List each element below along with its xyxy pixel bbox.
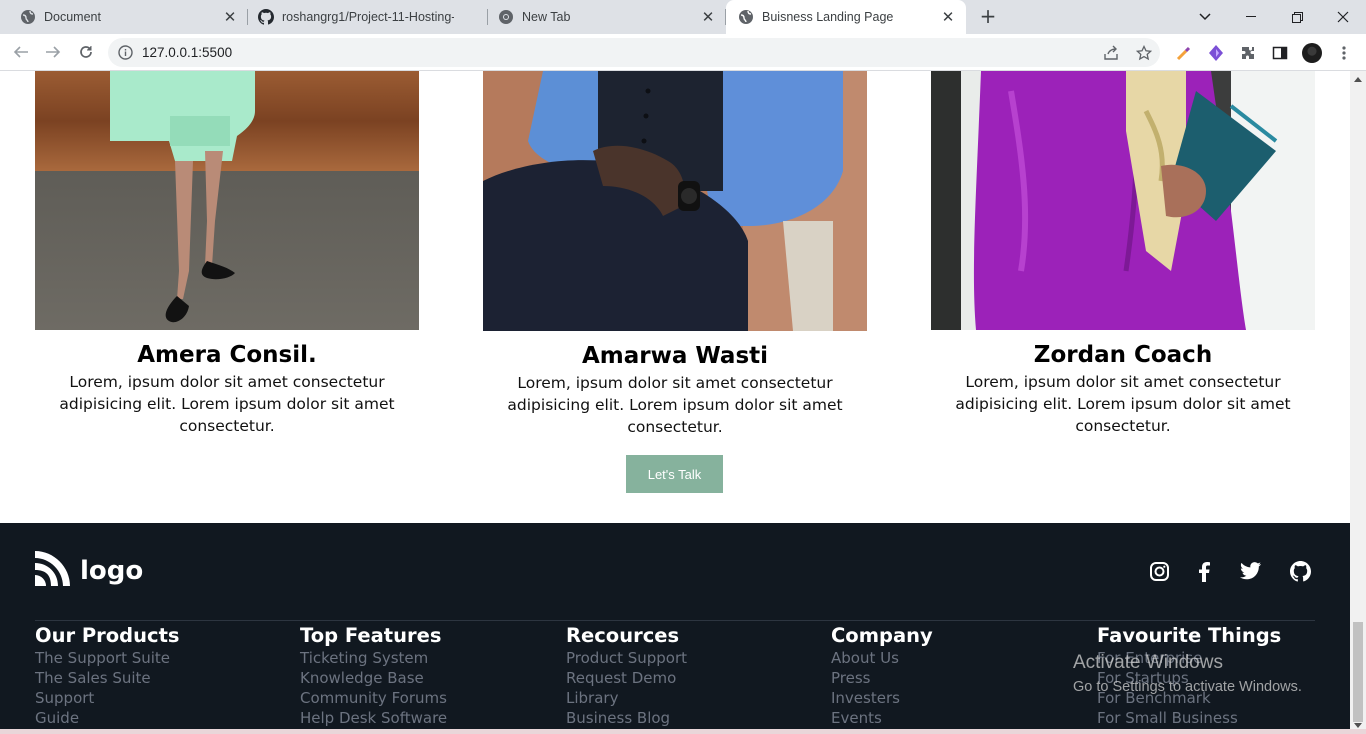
github-icon[interactable]: [1289, 560, 1311, 582]
facebook-icon[interactable]: [1193, 560, 1215, 582]
address-bar[interactable]: 127.0.0.1:5500: [108, 38, 1160, 67]
team-member-photo: [483, 71, 867, 331]
chrome-menu-icon[interactable]: [1334, 43, 1354, 63]
footer-column-company: Company About Us Press Investers Events: [831, 624, 933, 728]
footer-link[interactable]: Library: [566, 688, 687, 708]
footer-link[interactable]: Guide: [35, 708, 180, 728]
footer-column-recources: Recources Product Support Request Demo L…: [566, 624, 687, 728]
footer-column-title: Recources: [566, 624, 680, 647]
profile-avatar[interactable]: [1302, 43, 1322, 63]
team-member-photo: [931, 71, 1315, 330]
minimize-button[interactable]: [1228, 0, 1274, 34]
logo-text: logo: [80, 555, 144, 586]
close-tab-icon[interactable]: ✕: [222, 8, 238, 26]
team-member-description: Lorem, ipsum dolor sit amet consectetur …: [507, 374, 843, 436]
team-card: Amera Consil. Lorem, ipsum dolor sit ame…: [35, 71, 419, 437]
footer-column-top-features: Top Features Ticketing System Knowledge …: [300, 624, 447, 728]
footer-column-our-products: Our Products The Support Suite The Sales…: [35, 624, 180, 728]
footer-link[interactable]: Investers: [831, 688, 933, 708]
footer-column-title: Company: [831, 624, 933, 647]
rss-logo-icon: [35, 551, 70, 590]
footer-link[interactable]: Knowledge Base: [300, 668, 447, 688]
browser-tab-strip: Document ✕ roshangrg1/Project-11-Hosting…: [0, 0, 1366, 34]
instagram-icon[interactable]: [1148, 560, 1170, 582]
url-text: 127.0.0.1:5500: [142, 45, 233, 60]
twitter-icon[interactable]: [1239, 560, 1261, 582]
watermark-title: Activate Windows: [1073, 652, 1223, 673]
team-card: Zordan Coach Lorem, ipsum dolor sit amet…: [931, 71, 1315, 437]
site-info-icon[interactable]: [118, 45, 133, 60]
team-member-name: Zordan Coach: [1033, 342, 1213, 368]
chrome-icon: [498, 9, 514, 25]
footer-divider: [35, 620, 1315, 621]
footer-logo[interactable]: logo: [35, 551, 143, 590]
footer-link[interactable]: Product Support: [566, 648, 687, 668]
tab-document[interactable]: Document ✕: [0, 0, 248, 34]
tab-title: Document: [44, 10, 101, 24]
footer-link[interactable]: Community Forums: [300, 688, 447, 708]
side-panel-icon[interactable]: [1270, 43, 1290, 63]
github-icon: [258, 9, 274, 25]
team-member-description: Lorem, ipsum dolor sit amet consectetur …: [955, 373, 1291, 435]
scroll-down-arrow-icon[interactable]: [1354, 723, 1362, 728]
footer-link[interactable]: Help Desk Software: [300, 708, 447, 728]
tab-title: Buisness Landing Page: [762, 10, 894, 24]
purple-extension-icon[interactable]: [1206, 43, 1226, 63]
tab-business-landing-page[interactable]: Buisness Landing Page ✕: [726, 0, 966, 34]
close-tab-icon[interactable]: ✕: [940, 8, 956, 26]
footer-link[interactable]: Business Blog: [566, 708, 687, 728]
page-scrollbar[interactable]: [1350, 71, 1366, 734]
watermark-subtitle: Go to Settings to activate Windows.: [1073, 679, 1302, 695]
footer-link[interactable]: Ticketing System: [300, 648, 447, 668]
browser-toolbar: 127.0.0.1:5500: [0, 34, 1366, 71]
globe-icon: [738, 9, 754, 25]
footer-link[interactable]: The Support Suite: [35, 648, 180, 668]
restore-button[interactable]: [1274, 0, 1320, 34]
team-member-description: Lorem, ipsum dolor sit amet consectetur …: [59, 373, 395, 435]
page-viewport: Amera Consil. Lorem, ipsum dolor sit ame…: [0, 71, 1350, 734]
tab-title: roshangrg1/Project-11-Hosting-L: [282, 10, 454, 24]
color-picker-extension-icon[interactable]: [1174, 43, 1194, 63]
share-icon[interactable]: [1103, 45, 1119, 61]
footer-link[interactable]: Request Demo: [566, 668, 687, 688]
footer-link[interactable]: For Small Business: [1097, 708, 1281, 728]
lets-talk-button[interactable]: Let's Talk: [626, 455, 723, 493]
team-member-name: Amarwa Wasti: [581, 343, 769, 369]
globe-icon: [20, 9, 36, 25]
footer-link[interactable]: Support: [35, 688, 180, 708]
scroll-up-arrow-icon[interactable]: [1354, 77, 1362, 82]
team-member-name: Amera Consil.: [137, 342, 317, 368]
forward-arrow-icon[interactable]: [41, 40, 65, 64]
team-card: Amarwa Wasti Lorem, ipsum dolor sit amet…: [483, 71, 867, 438]
taskbar-edge: [0, 729, 1366, 734]
scrollbar-thumb[interactable]: [1353, 622, 1363, 722]
new-tab-button[interactable]: +: [976, 4, 1000, 28]
footer-column-title: Our Products: [35, 624, 180, 647]
site-footer: logo Our Products The Support Suite The …: [0, 523, 1350, 734]
footer-column-title: Top Features: [300, 624, 442, 647]
reload-icon[interactable]: [74, 40, 98, 64]
close-window-button[interactable]: [1320, 0, 1366, 34]
bookmark-star-icon[interactable]: [1136, 45, 1152, 61]
activate-windows-watermark: Activate Windows Go to Settings to activ…: [1073, 651, 1302, 697]
close-tab-icon[interactable]: ✕: [700, 8, 716, 26]
extensions-puzzle-icon[interactable]: [1238, 43, 1258, 63]
footer-column-title: Favourite Things: [1097, 624, 1282, 647]
team-member-photo: [35, 71, 419, 330]
tab-new-tab[interactable]: New Tab ✕: [478, 0, 726, 34]
footer-link[interactable]: Press: [831, 668, 933, 688]
footer-link[interactable]: Events: [831, 708, 933, 728]
footer-link[interactable]: About Us: [831, 648, 933, 668]
tab-title: New Tab: [522, 10, 571, 24]
back-arrow-icon[interactable]: [9, 40, 33, 64]
footer-link[interactable]: The Sales Suite: [35, 668, 180, 688]
tab-search-icon[interactable]: [1182, 0, 1228, 34]
tab-github[interactable]: roshangrg1/Project-11-Hosting-L: [238, 0, 488, 34]
